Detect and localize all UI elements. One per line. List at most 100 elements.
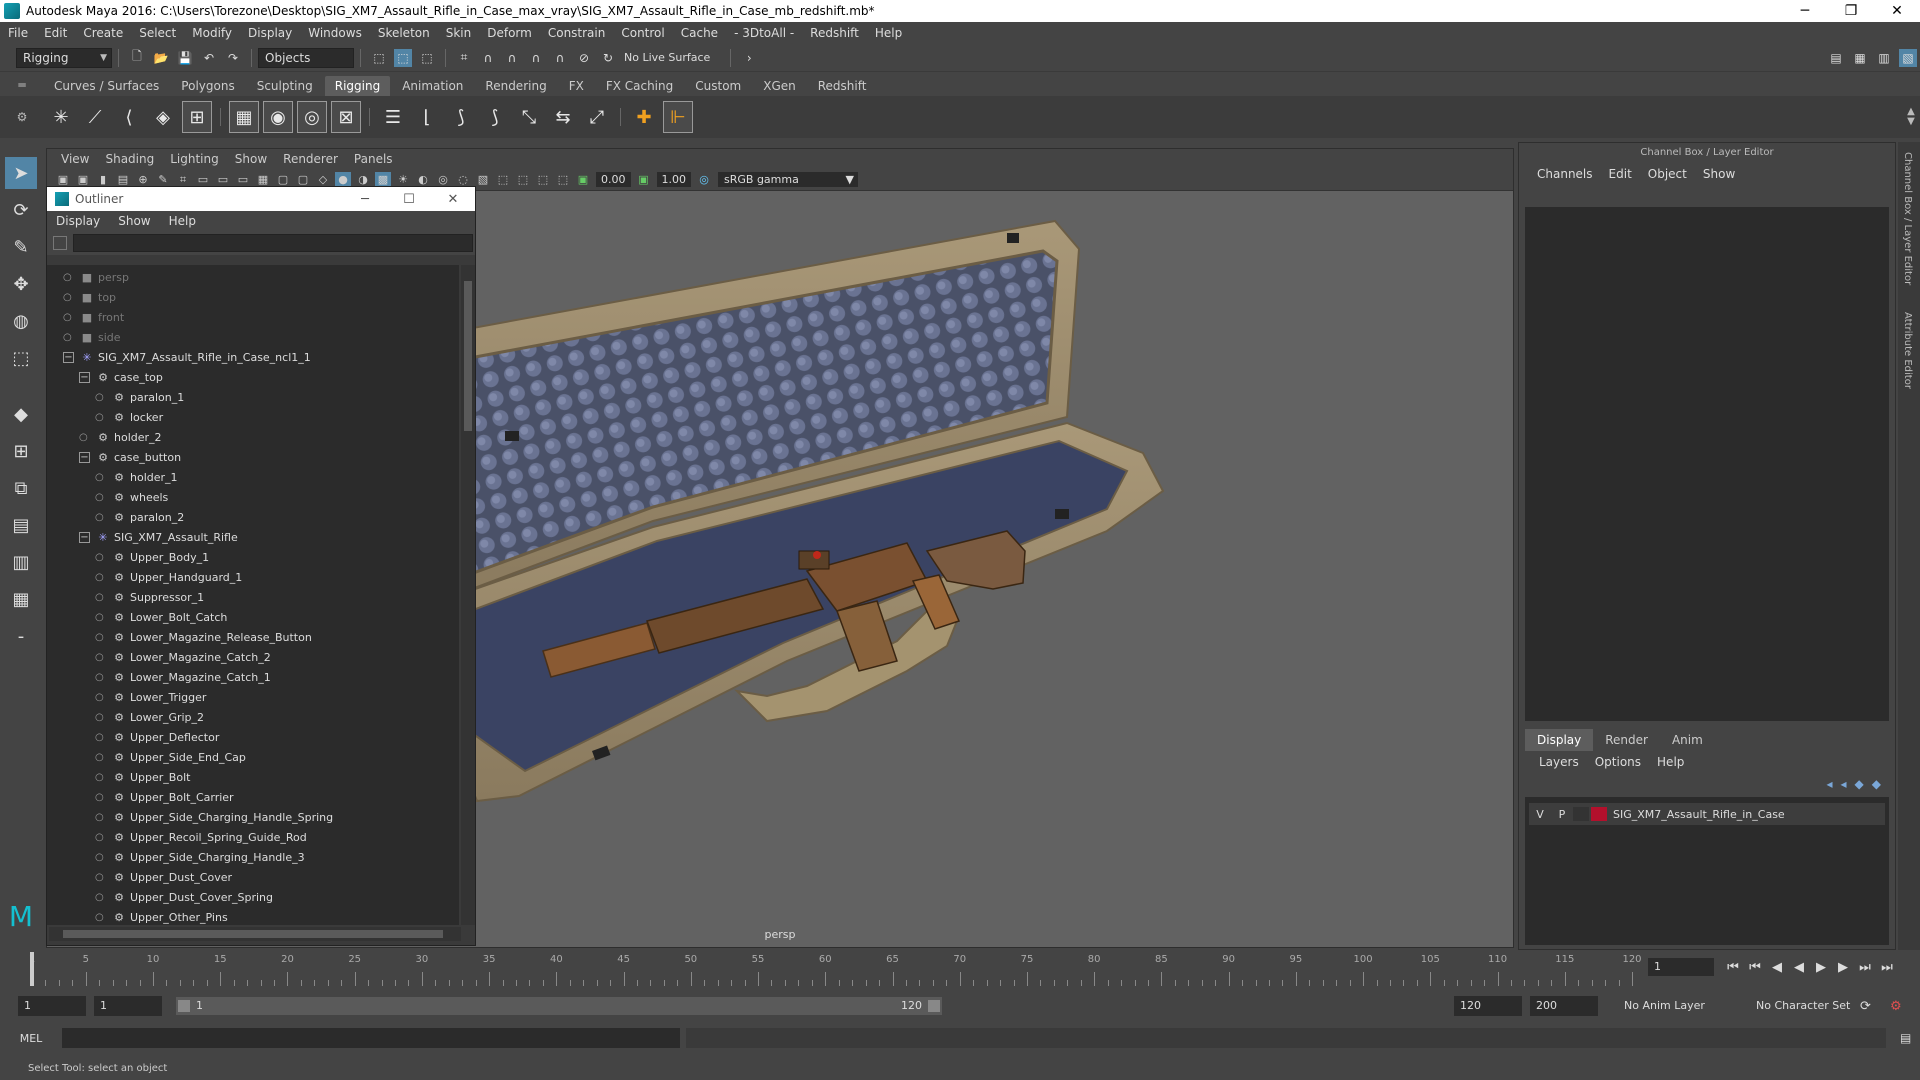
isolate-select-icon[interactable]: ⬚ [495,172,511,188]
outliner-menu-help[interactable]: Help [160,214,205,228]
snap-grid-icon[interactable]: ⌗ [455,49,473,67]
shelf-tab-rigging[interactable]: Rigging [324,76,391,96]
outliner-item[interactable]: ○ ■ persp [47,267,459,287]
outliner-item[interactable]: ○ ⚙ Upper_Bolt_Carrier [47,787,459,807]
outliner-minimize-button[interactable]: ─ [343,192,387,207]
outliner-search-input[interactable] [73,234,473,252]
outliner-maximize-button[interactable]: ☐ [387,192,431,207]
current-frame-marker[interactable] [30,952,34,986]
step-back-frame-icon[interactable]: ◀ [1766,960,1788,975]
paint-weights-icon[interactable]: ⊠ [331,101,361,133]
attribute-editor-side-tab[interactable]: Attribute Editor [1902,312,1913,389]
gamma-field[interactable]: 1.00 [656,172,691,187]
range-start-handle[interactable] [178,1000,190,1012]
character-set-dropdown[interactable]: No Character Set [1750,996,1874,1016]
outliner-item[interactable]: ○ ⚙ Suppressor_1 [47,587,459,607]
outliner-item[interactable]: ○ ⚙ Upper_Other_Pins [47,907,459,925]
menu-windows[interactable]: Windows [300,26,370,40]
create-joints-icon[interactable]: ✳ [46,101,76,133]
exposure-field[interactable]: 0.00 [596,172,631,187]
layer-tab-anim[interactable]: Anim [1660,729,1715,751]
locator-icon[interactable]: ✚ [629,101,659,133]
outliner-item[interactable]: − ✳ SIG_XM7_Assault_Rifle [47,527,459,547]
show-attribute-editor-icon[interactable]: ▦ [1851,49,1869,67]
more-layouts-icon[interactable]: - [5,620,37,652]
minimize-button[interactable]: ─ [1782,3,1828,19]
snap-curve-icon[interactable]: ∩ [479,49,497,67]
range-slider-bar[interactable]: 1 120 [176,997,942,1015]
select-object-icon[interactable]: ⬚ [394,48,412,67]
playback-start-field[interactable]: 1 [94,996,162,1016]
undo-icon[interactable]: ↶ [200,49,218,67]
snap-projected-icon[interactable]: ∩ [527,49,545,67]
rotate-tool-icon[interactable]: ◍ [5,305,37,337]
lasso-tool-icon[interactable]: ⟳ [5,194,37,226]
make-live-icon[interactable]: ⊘ [575,49,593,67]
shelf-menu-icon[interactable]: ═ [0,78,44,92]
expand-toggle-icon[interactable]: − [79,451,90,463]
exposure-icon[interactable]: ▣ [575,172,591,188]
menu-select[interactable]: Select [131,26,184,40]
orient-joint-icon[interactable]: ◈ [148,101,178,133]
outliner-item[interactable]: ○ ⚙ Lower_Magazine_Catch_1 [47,667,459,687]
outliner-item[interactable]: ○ ⚙ Lower_Magazine_Release_Button [47,627,459,647]
antialias-icon[interactable]: ▧ [475,172,491,188]
move-tool-icon[interactable]: ✥ [5,268,37,300]
redo-icon[interactable]: ↷ [224,49,242,67]
layer-playback-toggle[interactable]: P [1551,808,1573,821]
outliner-item[interactable]: ○ ⚙ wheels [47,487,459,507]
persp-graph-layout-icon[interactable]: ▤ [5,509,37,541]
menu-skin[interactable]: Skin [438,26,480,40]
viewport-menu-renderer[interactable]: Renderer [275,152,346,166]
channel-box-body[interactable] [1525,207,1889,721]
menu-deform[interactable]: Deform [479,26,540,40]
outliner-scroll-thumb[interactable] [464,281,472,431]
outliner-item[interactable]: ○ ⚙ Lower_Grip_2 [47,707,459,727]
xray-components-icon[interactable]: ⬚ [555,172,571,188]
show-channel-box-icon[interactable]: ▧ [1899,48,1917,67]
snap-point-icon[interactable]: ∩ [503,49,521,67]
layer-visibility-toggle[interactable]: V [1529,808,1551,821]
shelf-tab-redshift[interactable]: Redshift [808,76,877,96]
interactive-bind-icon[interactable]: ◎ [297,101,327,133]
paint-select-tool-icon[interactable]: ✎ [5,231,37,263]
outliner-item[interactable]: ○ ⚙ holder_2 [47,427,459,447]
shelf-tab-fx-caching[interactable]: FX Caching [596,76,683,96]
save-scene-icon[interactable]: 💾 [176,49,194,67]
outliner-item[interactable]: − ✳ SIG_XM7_Assault_Rifle_in_Case_ncl1_1 [47,347,459,367]
time-slider[interactable]: 1510152025303540455055606570758085909510… [24,952,1644,986]
sculpt-deformer-icon[interactable]: ⟆ [480,101,510,133]
shelf-tab-xgen[interactable]: XGen [753,76,806,96]
go-to-start-icon[interactable]: ⏮ [1722,960,1744,975]
animation-start-field[interactable]: 1 [18,996,86,1016]
outliner-item[interactable]: − ⚙ case_top [47,367,459,387]
menu-help[interactable]: Help [867,26,910,40]
shelf-tab-custom[interactable]: Custom [685,76,751,96]
outliner-item[interactable]: ○ ⚙ locker [47,407,459,427]
viewport-menu-show[interactable]: Show [227,152,275,166]
lattice-icon[interactable]: ⌊ [412,101,442,133]
layer-menu-layers[interactable]: Layers [1531,755,1587,769]
color-space-dropdown[interactable]: sRGB gamma ▼ [718,172,858,187]
outliner-item[interactable]: ○ ⚙ paralon_2 [47,507,459,527]
menu-edit[interactable]: Edit [36,26,75,40]
select-component-icon[interactable]: ⬚ [418,49,436,67]
viewport-menu-panels[interactable]: Panels [346,152,401,166]
expand-toggle-icon[interactable]: − [79,531,90,543]
current-frame-field[interactable]: 1 [1648,958,1714,976]
outliner-item[interactable]: ○ ⚙ Upper_Deflector [47,727,459,747]
channel-box-menu-edit[interactable]: Edit [1601,167,1640,181]
selection-mode-dropdown[interactable]: Objects [258,47,354,68]
xray-joints-icon[interactable]: ⬚ [535,172,551,188]
outliner-vertical-scrollbar[interactable] [461,265,475,925]
smooth-bind-icon[interactable]: ◉ [263,101,293,133]
wire-icon[interactable]: ⟆ [446,101,476,133]
new-scene-icon[interactable]: 🗋 [128,49,146,67]
shelf-tab-curves-surfaces[interactable]: Curves / Surfaces [44,76,169,96]
shelf-tab-animation[interactable]: Animation [392,76,473,96]
outliner-item[interactable]: ○ ⚙ Upper_Body_1 [47,547,459,567]
menu-redshift[interactable]: Redshift [802,26,867,40]
viewport-menu-lighting[interactable]: Lighting [162,152,227,166]
channel-box-menu-channels[interactable]: Channels [1529,167,1601,181]
layer-tab-render[interactable]: Render [1593,729,1660,751]
